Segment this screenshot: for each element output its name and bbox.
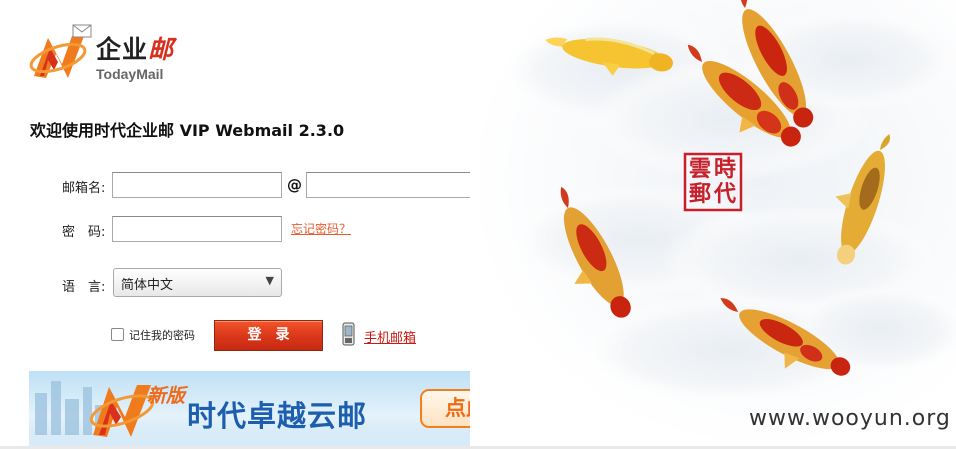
envelope-icon bbox=[72, 24, 92, 38]
at-sign: @ bbox=[287, 176, 302, 194]
banner-new-tag: 新版 bbox=[147, 385, 186, 407]
watermark-text: www.wooyun.org bbox=[749, 406, 951, 431]
banner-title: 时代卓越云邮 bbox=[187, 399, 368, 433]
koi-fish-artwork bbox=[470, 0, 956, 449]
remember-checkbox[interactable] bbox=[111, 328, 124, 341]
logo: 企业邮 TodayMail bbox=[28, 24, 198, 84]
chevron-down-icon: ▼ bbox=[265, 274, 274, 287]
mailbox-domain-input[interactable] bbox=[306, 172, 476, 198]
seal-stamp: 時 代 雲 郵 bbox=[683, 152, 743, 212]
login-button[interactable]: 登录 bbox=[214, 320, 323, 351]
mailbox-label: 邮箱名: bbox=[62, 181, 106, 196]
language-label: 语 言: bbox=[62, 280, 106, 295]
logo-english-name: TodayMail bbox=[96, 66, 164, 82]
welcome-heading: 欢迎使用时代企业邮 VIP Webmail 2.3.0 bbox=[30, 121, 345, 140]
forgot-password-link[interactable]: 忘记密码？ bbox=[291, 220, 351, 237]
mailbox-user-input[interactable] bbox=[112, 172, 282, 198]
remember-label: 记住我的密码 bbox=[129, 329, 195, 342]
mobile-mail-link[interactable]: 手机邮箱 bbox=[364, 327, 416, 346]
language-select[interactable]: 简体中文 ▼ bbox=[113, 268, 282, 297]
password-label: 密 码: bbox=[62, 225, 106, 240]
mobile-phone-icon bbox=[342, 322, 355, 346]
language-selected-value: 简体中文 bbox=[121, 278, 174, 293]
logo-name: 企业邮 bbox=[96, 35, 175, 64]
remember-password[interactable]: 记住我的密码 bbox=[111, 327, 195, 343]
todaymail-logo-icon bbox=[29, 36, 87, 78]
password-input[interactable] bbox=[112, 216, 282, 242]
